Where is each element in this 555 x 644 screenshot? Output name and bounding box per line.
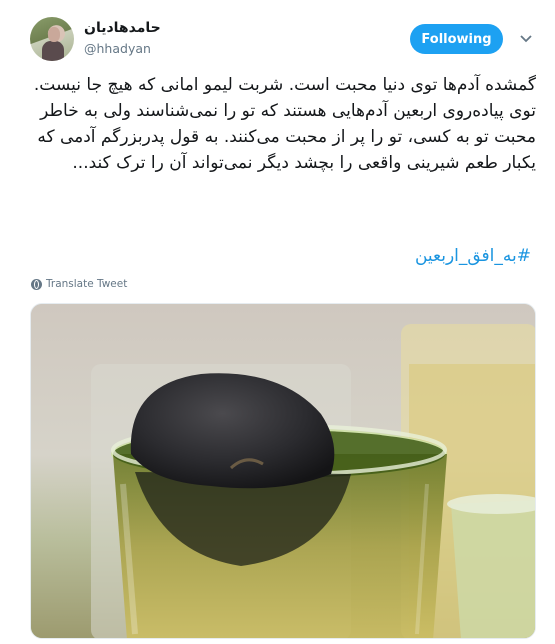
hashtag-link[interactable]: #به_افق_اربعین <box>415 246 531 266</box>
following-button[interactable]: Following <box>410 24 503 54</box>
user-display-name[interactable]: حامدهادیان <box>84 20 161 36</box>
photo-illustration <box>31 304 535 638</box>
avatar-body-shape <box>42 41 64 61</box>
chevron-down-icon[interactable] <box>519 32 533 46</box>
tweet-text: گمشده آدم‌ها توی دنیا محبت است. شربت لیم… <box>33 75 536 173</box>
translate-tweet-link[interactable]: Translate Tweet <box>31 278 127 290</box>
avatar[interactable] <box>30 17 74 61</box>
translate-tweet-label: Translate Tweet <box>46 278 128 290</box>
avatar-head-shape <box>48 27 60 42</box>
user-handle[interactable]: @hhadyan <box>84 41 151 56</box>
tweet-photo[interactable] <box>30 303 536 639</box>
globe-icon <box>31 278 42 290</box>
